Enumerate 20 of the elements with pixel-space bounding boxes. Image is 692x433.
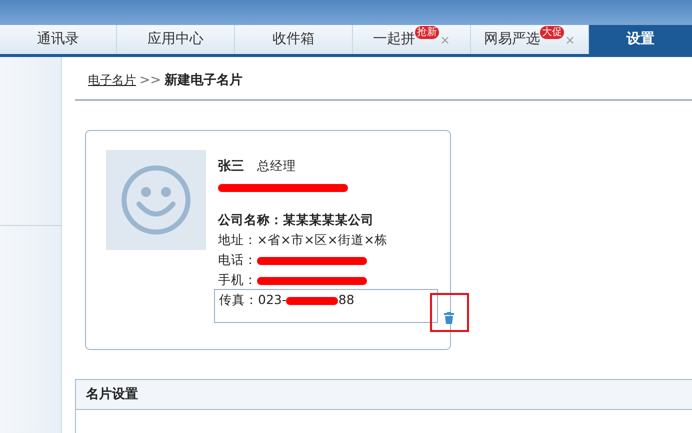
page-title: 新建电子名片 — [164, 73, 242, 88]
section-title: 名片设置 — [76, 380, 692, 410]
contact-name: 张三 — [218, 159, 244, 174]
fax-field[interactable]: 传真：023- 88 — [214, 289, 438, 323]
job-title: 总经理 — [257, 158, 296, 173]
nav-tab[interactable]: 收件箱 — [235, 25, 353, 54]
breadcrumb-link[interactable]: 电子名片 — [88, 73, 136, 87]
promo-badge: 大促 — [540, 26, 564, 39]
nav-tab[interactable]: 通讯录 — [0, 25, 117, 54]
field-label: 手机： — [218, 272, 257, 287]
field-label: 电话： — [218, 252, 257, 267]
breadcrumb-separator: >> — [139, 73, 162, 88]
trash-icon[interactable] — [444, 312, 454, 324]
smiley-icon — [120, 164, 192, 236]
promo-badge: 抢新 — [414, 26, 439, 39]
address-text: 地址：×省×市×区×街道×栋 — [218, 231, 388, 249]
highlight-frame — [430, 292, 469, 332]
nav-tab[interactable]: 应用中心 — [117, 25, 235, 54]
nav-tab[interactable]: 设置 — [589, 25, 692, 54]
company-name: 公司名称：某某某某某公司 — [218, 211, 375, 229]
